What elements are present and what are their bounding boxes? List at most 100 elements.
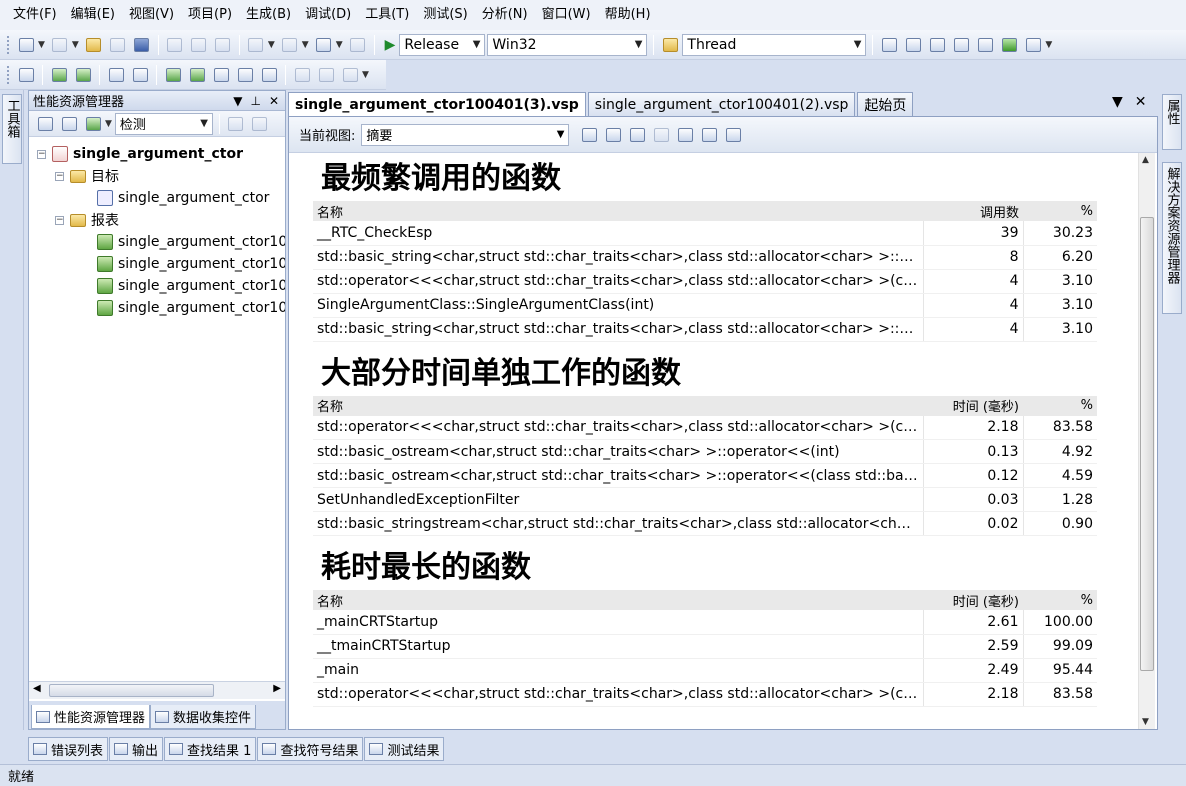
table-row[interactable]: std::basic_stringstream<char,struct std:… [313, 511, 1097, 536]
chevron-down-icon[interactable]: ▼ [1045, 40, 1052, 50]
launch-button[interactable] [82, 113, 104, 135]
outdent-button[interactable] [315, 64, 337, 86]
open-button[interactable] [83, 34, 105, 56]
menu-tools[interactable]: 工具(T) [358, 0, 416, 30]
format-button[interactable] [339, 64, 361, 86]
find-combo[interactable]: Thread ▼ [682, 33, 867, 56]
stop-button[interactable] [225, 113, 247, 135]
menu-window[interactable]: 窗口(W) [535, 0, 598, 30]
tab-performance-explorer[interactable]: 性能资源管理器 [31, 705, 151, 729]
launch-wizard-button[interactable] [34, 113, 56, 135]
tree-report-item[interactable]: single_argument_ctor100 [29, 231, 285, 253]
new-project-button[interactable] [15, 34, 37, 56]
configuration-combo[interactable]: Release ▼ [399, 33, 486, 56]
step-over-button[interactable] [72, 64, 94, 86]
table-row[interactable]: __RTC_CheckEsp 39 30.23 [313, 221, 1097, 246]
table-row[interactable]: std::basic_ostream<char,struct std::char… [313, 463, 1097, 488]
navigate-button[interactable] [313, 34, 335, 56]
cell-name[interactable]: _main [313, 658, 923, 683]
scroll-right-icon[interactable]: ▶ [273, 683, 281, 694]
vertical-scrollbar[interactable]: ▲ ▼ [1138, 153, 1155, 729]
cell-name[interactable]: std::operator<<<char,struct std::char_tr… [313, 415, 923, 440]
attach-process-button[interactable] [15, 64, 37, 86]
menu-file[interactable]: 文件(F) [6, 0, 64, 30]
tree-targets-folder[interactable]: − 目标 [29, 165, 285, 187]
cell-name[interactable]: std::basic_string<char,struct std::char_… [313, 245, 923, 270]
cell-name[interactable]: std::operator<<<char,struct std::char_tr… [313, 682, 923, 707]
bookmark-prev-button[interactable] [129, 64, 151, 86]
cut-button[interactable] [164, 34, 186, 56]
tree-report-item[interactable]: single_argument_ctor100 [29, 253, 285, 275]
save-view-button[interactable] [722, 124, 744, 146]
chevron-down-icon[interactable]: ▼ [268, 40, 275, 50]
cell-name[interactable]: SetUnhandledExceptionFilter [313, 487, 923, 512]
table-row[interactable]: std::operator<<<char,struct std::char_tr… [313, 415, 1097, 440]
chevron-down-icon[interactable]: ▼ [105, 119, 112, 129]
cell-name[interactable]: std::basic_stringstream<char,struct std:… [313, 511, 923, 536]
table-row[interactable]: __tmainCRTStartup 2.59 99.09 [313, 634, 1097, 659]
current-view-combo[interactable]: 摘要 ▼ [361, 123, 570, 146]
chevron-down-icon[interactable]: ▼ [233, 94, 242, 108]
collapse-icon[interactable]: − [55, 171, 64, 181]
menu-build[interactable]: 生成(B) [239, 0, 298, 30]
paste-button[interactable] [212, 34, 234, 56]
horizontal-scrollbar[interactable]: ◀ ▶ [29, 681, 285, 699]
outline-button[interactable] [234, 64, 256, 86]
import-button[interactable] [602, 124, 624, 146]
attach-button[interactable] [249, 113, 271, 135]
tab-find-results[interactable]: 查找结果 1 [164, 737, 257, 761]
chevron-down-icon[interactable]: ▼ [1112, 94, 1123, 110]
cell-name[interactable]: SingleArgumentClass::SingleArgumentClass… [313, 293, 923, 318]
tree-root[interactable]: − single_argument_ctor [29, 143, 285, 165]
comment-button[interactable] [162, 64, 184, 86]
menu-project[interactable]: 项目(P) [181, 0, 239, 30]
chevron-down-icon[interactable]: ▼ [72, 40, 79, 50]
list-button[interactable] [210, 64, 232, 86]
cell-name[interactable]: std::basic_ostream<char,struct std::char… [313, 463, 923, 488]
table-row[interactable]: std::basic_ostream<char,struct std::char… [313, 439, 1097, 464]
save-all-button[interactable] [131, 34, 153, 56]
menu-edit[interactable]: 编辑(E) [64, 0, 122, 30]
menu-analyze[interactable]: 分析(N) [475, 0, 535, 30]
tree-reports-folder[interactable]: − 报表 [29, 209, 285, 231]
object-browser-button[interactable] [926, 34, 948, 56]
chevron-down-icon[interactable]: ▼ [38, 40, 45, 50]
tab-test-results[interactable]: 测试结果 [364, 737, 445, 761]
close-icon[interactable]: ✕ [269, 94, 279, 108]
solution-explorer-tab[interactable]: 解决方案资源管理器 [1162, 162, 1182, 314]
cell-name[interactable]: __RTC_CheckEsp [313, 221, 923, 246]
start-debugging-icon[interactable]: ▶ [385, 37, 396, 53]
collapse-icon[interactable]: − [37, 149, 46, 159]
tree-report-item[interactable]: single_argument_ctor100 [29, 297, 285, 319]
toolbox-tab[interactable]: 工具箱 [2, 94, 22, 164]
copy-button[interactable] [188, 34, 210, 56]
table-row[interactable]: SetUnhandledExceptionFilter 0.03 1.28 [313, 487, 1097, 512]
method-combo[interactable]: 检测 ▼ [114, 112, 213, 135]
toolbar-grip[interactable] [6, 34, 10, 55]
platform-combo[interactable]: Win32 ▼ [487, 33, 648, 56]
save-button[interactable] [107, 34, 129, 56]
scroll-down-icon[interactable]: ▼ [1142, 717, 1149, 727]
tab-vsp-3[interactable]: single_argument_ctor100401(3).vsp [288, 92, 586, 116]
cell-name[interactable]: std::basic_string<char,struct std::char_… [313, 317, 923, 342]
table-row[interactable]: std::basic_string<char,struct std::char_… [313, 245, 1097, 270]
bookmark-button[interactable] [105, 64, 127, 86]
redo-button[interactable] [279, 34, 301, 56]
undo-button[interactable] [245, 34, 267, 56]
tab-start-page[interactable]: 起始页 [857, 92, 914, 116]
table-row[interactable]: SingleArgumentClass::SingleArgumentClass… [313, 293, 1097, 318]
chevron-down-icon[interactable]: ▼ [362, 70, 369, 80]
menu-help[interactable]: 帮助(H) [598, 0, 658, 30]
export-button[interactable] [578, 124, 600, 146]
chevron-down-icon[interactable]: ▼ [302, 40, 309, 50]
tab-find-symbol[interactable]: 查找符号结果 [257, 737, 364, 761]
find-in-files-button[interactable] [659, 34, 681, 56]
table-row[interactable]: std::basic_string<char,struct std::char_… [313, 317, 1097, 342]
pin-icon[interactable]: ⊥ [250, 94, 260, 108]
uncomment-button[interactable] [186, 64, 208, 86]
tab-error-list[interactable]: 错误列表 [28, 737, 109, 761]
tab-output[interactable]: 输出 [109, 737, 164, 761]
start-page-button[interactable] [998, 34, 1020, 56]
table-row[interactable]: _mainCRTStartup 2.61 100.00 [313, 610, 1097, 635]
table-row[interactable]: _main 2.49 95.44 [313, 658, 1097, 683]
